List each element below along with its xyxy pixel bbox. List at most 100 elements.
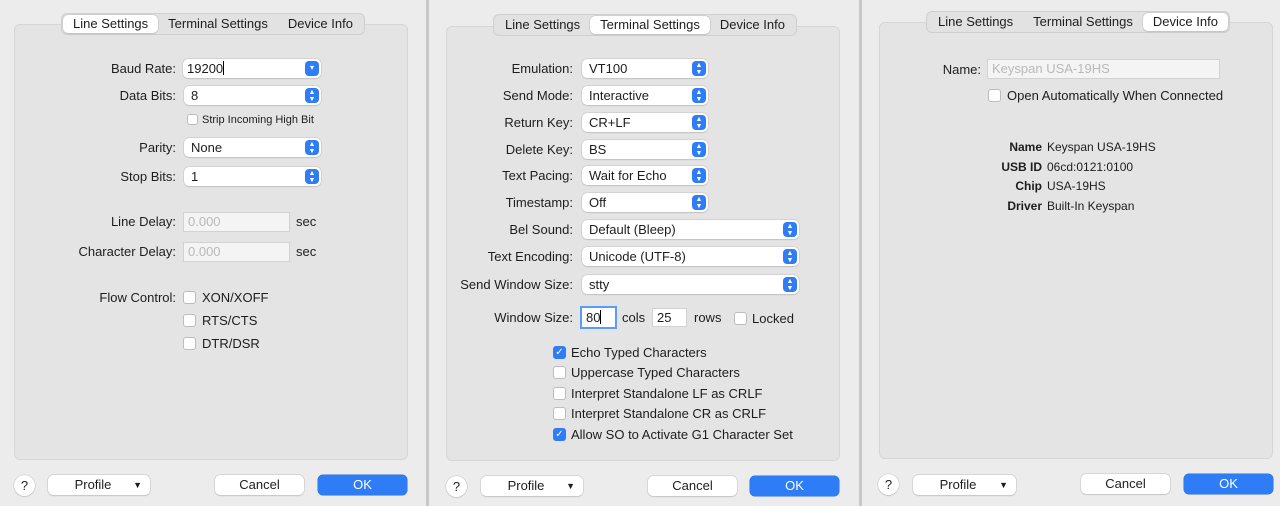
- allow-so-g1-label: Allow SO to Activate G1 Character Set: [571, 427, 793, 442]
- parity-popup[interactable]: None ▲ ▼: [184, 138, 321, 157]
- emulation-popup[interactable]: VT100 ▲ ▼: [582, 59, 708, 78]
- tab-terminal-settings[interactable]: Terminal Settings: [158, 15, 278, 33]
- char-delay-field[interactable]: 0.000: [183, 242, 290, 262]
- timestamp-value: Off: [589, 195, 607, 210]
- window-rows-field[interactable]: 25: [652, 308, 687, 327]
- tab-bar: Line Settings Terminal Settings Device I…: [61, 13, 365, 35]
- ok-button[interactable]: OK: [750, 476, 839, 496]
- echo-typed-checkbox[interactable]: ✓: [553, 346, 566, 359]
- help-button[interactable]: ?: [14, 475, 35, 496]
- strip-high-bit-checkbox[interactable]: [187, 114, 198, 125]
- chevron-up-down-icon: ▲ ▼: [305, 169, 319, 184]
- echo-typed-label: Echo Typed Characters: [571, 345, 707, 360]
- stop-bits-label: Stop Bits:: [120, 169, 176, 184]
- cols-label: cols: [622, 310, 646, 325]
- uppercase-typed-checkbox[interactable]: [553, 366, 566, 379]
- send-window-size-popup[interactable]: stty ▲ ▼: [582, 275, 799, 294]
- profile-button[interactable]: Profile ▼: [913, 475, 1016, 495]
- cancel-button[interactable]: Cancel: [1081, 474, 1170, 494]
- window-size-label: Window Size:: [494, 310, 573, 325]
- tab-device-info[interactable]: Device Info: [710, 16, 795, 34]
- detail-value-usb-id: 06cd:0121:0100: [1047, 160, 1134, 174]
- triangle-down-icon: ▼: [566, 481, 575, 491]
- chevron-up-down-icon: ▲ ▼: [305, 88, 319, 103]
- text-encoding-value: Unicode (UTF-8): [589, 249, 686, 264]
- allow-so-g1-checkbox[interactable]: ✓: [553, 428, 566, 441]
- tab-terminal-settings[interactable]: Terminal Settings: [590, 16, 710, 34]
- device-name-field[interactable]: Keyspan USA-19HS: [987, 59, 1220, 79]
- delete-key-popup[interactable]: BS ▲ ▼: [582, 140, 708, 159]
- triangle-down-icon: ▼: [999, 480, 1008, 490]
- emulation-label: Emulation:: [511, 61, 573, 76]
- strip-high-bit-label: Strip Incoming High Bit: [202, 114, 314, 126]
- tab-line-settings[interactable]: Line Settings: [495, 16, 590, 34]
- baud-rate-label: Baud Rate:: [110, 61, 176, 76]
- tab-terminal-settings[interactable]: Terminal Settings: [1023, 13, 1143, 31]
- rts-cts-checkbox[interactable]: [183, 314, 196, 327]
- send-mode-label: Send Mode:: [502, 88, 573, 103]
- tab-line-settings[interactable]: Line Settings: [928, 13, 1023, 31]
- detail-key-driver: Driver: [1007, 199, 1042, 213]
- profile-label: Profile: [939, 477, 977, 492]
- help-button[interactable]: ?: [446, 476, 467, 497]
- standalone-cr-checkbox[interactable]: [553, 407, 566, 420]
- text-encoding-popup[interactable]: Unicode (UTF-8) ▲ ▼: [582, 247, 799, 266]
- stop-bits-popup[interactable]: 1 ▲ ▼: [184, 167, 321, 186]
- flow-control-label: Flow Control:: [99, 290, 176, 305]
- bel-sound-value: Default (Bleep): [589, 222, 676, 237]
- emulation-value: VT100: [589, 61, 628, 76]
- baud-rate-combobox[interactable]: 19200 ▾: [183, 59, 321, 78]
- chevron-up-down-icon: ▲ ▼: [692, 168, 706, 183]
- rts-cts-label: RTS/CTS: [202, 313, 258, 328]
- chevron-up-down-icon: ▲ ▼: [692, 195, 706, 210]
- profile-label: Profile: [74, 477, 112, 492]
- cancel-button[interactable]: Cancel: [215, 475, 304, 495]
- baud-rate-value: 19200: [187, 61, 224, 76]
- bel-sound-popup[interactable]: Default (Bleep) ▲ ▼: [582, 220, 799, 239]
- dtr-dsr-checkbox[interactable]: [183, 337, 196, 350]
- text-pacing-popup[interactable]: Wait for Echo ▲ ▼: [582, 166, 708, 185]
- tab-device-info[interactable]: Device Info: [1142, 13, 1228, 31]
- standalone-lf-checkbox[interactable]: [553, 387, 566, 400]
- window-cols-field[interactable]: 80: [580, 306, 617, 329]
- device-info-panel: Line Settings Terminal Settings Device I…: [862, 0, 1280, 506]
- tab-device-info[interactable]: Device Info: [278, 15, 363, 33]
- detail-value-driver: Built-In Keyspan: [1047, 199, 1135, 213]
- send-mode-popup[interactable]: Interactive ▲ ▼: [582, 86, 708, 105]
- profile-button[interactable]: Profile ▼: [481, 476, 583, 496]
- parity-value: None: [191, 140, 223, 155]
- ok-button[interactable]: OK: [1184, 474, 1273, 494]
- line-settings-panel: Line Settings Terminal Settings Device I…: [0, 0, 427, 506]
- send-window-size-label: Send Window Size:: [460, 277, 573, 292]
- text-cursor: [223, 61, 225, 75]
- detail-value-name: Keyspan USA-19HS: [1047, 140, 1156, 154]
- data-bits-label: Data Bits:: [119, 88, 176, 103]
- triangle-down-icon: ▼: [133, 480, 142, 490]
- profile-button[interactable]: Profile ▼: [48, 475, 150, 495]
- timestamp-popup[interactable]: Off ▲ ▼: [582, 193, 708, 212]
- data-bits-value: 8: [191, 88, 199, 103]
- locked-label: Locked: [752, 311, 794, 326]
- line-delay-field[interactable]: 0.000: [183, 212, 290, 232]
- chevron-up-down-icon: ▲ ▼: [783, 222, 797, 237]
- xon-xoff-checkbox[interactable]: [183, 291, 196, 304]
- tab-bar: Line Settings Terminal Settings Device I…: [926, 11, 1230, 33]
- cancel-button[interactable]: Cancel: [648, 476, 737, 496]
- char-delay-label: Character Delay:: [78, 244, 176, 259]
- locked-checkbox[interactable]: [734, 312, 747, 325]
- open-automatically-checkbox[interactable]: [988, 89, 1001, 102]
- help-button[interactable]: ?: [878, 474, 899, 495]
- send-window-size-value: stty: [589, 277, 610, 292]
- detail-value-chip: USA-19HS: [1047, 179, 1106, 193]
- rows-label: rows: [694, 310, 722, 325]
- uppercase-typed-label: Uppercase Typed Characters: [571, 365, 740, 380]
- xon-xoff-label: XON/XOFF: [202, 290, 269, 305]
- ok-button[interactable]: OK: [318, 475, 407, 495]
- chevron-down-icon: ▾: [305, 61, 319, 76]
- tab-line-settings[interactable]: Line Settings: [63, 15, 159, 33]
- return-key-popup[interactable]: CR+LF ▲ ▼: [582, 113, 708, 132]
- line-delay-unit: sec: [296, 214, 317, 229]
- return-key-value: CR+LF: [589, 115, 631, 130]
- detail-key-chip: Chip: [1015, 179, 1042, 193]
- data-bits-popup[interactable]: 8 ▲ ▼: [184, 86, 321, 105]
